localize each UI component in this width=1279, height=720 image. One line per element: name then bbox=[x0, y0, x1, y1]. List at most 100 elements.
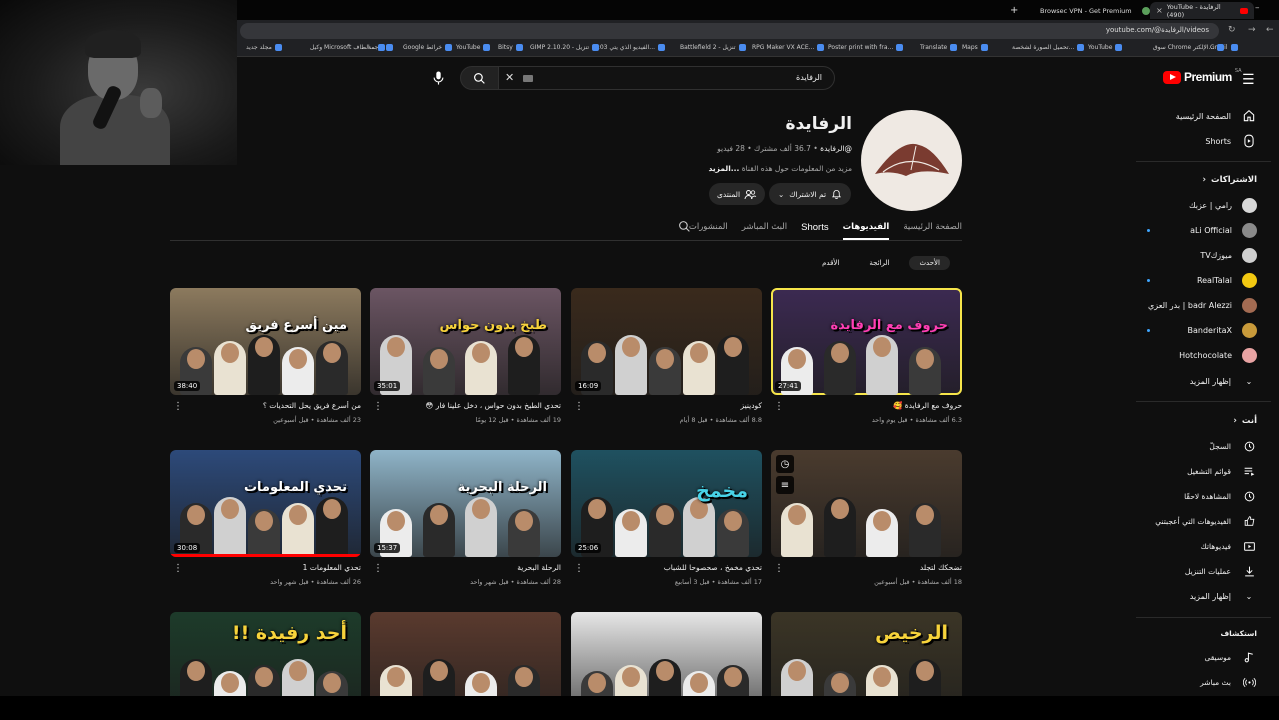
bookmark-item[interactable]: YouTube bbox=[1088, 44, 1123, 51]
video-title[interactable]: من أسرع فريق يحل التحديات ؟ bbox=[183, 401, 361, 410]
video-card[interactable]: الرحلة البحرية 15:37 الرحلة البحرية 28 ألف … bbox=[370, 450, 561, 586]
sidebar-item-like[interactable]: الفيديوهات التي أعجبتني bbox=[1155, 510, 1257, 532]
subscribed-button[interactable]: تم الاشتراك ⌄ bbox=[769, 183, 851, 205]
you-show-more[interactable]: ⌄ إظهار المزيد bbox=[1190, 585, 1257, 607]
sidebar-subscription[interactable]: BanderitaX bbox=[1188, 319, 1257, 341]
video-thumbnail[interactable]: مخمخ 25:06 bbox=[571, 450, 762, 557]
sort-chip[interactable]: الأحدث bbox=[909, 256, 950, 270]
tab-3[interactable]: البث المباشر bbox=[742, 218, 787, 240]
bookmark-item[interactable]: RPG Maker VX ACE... bbox=[752, 44, 825, 51]
more-options-icon[interactable]: ⋮ bbox=[774, 564, 784, 574]
sidebar-item-history[interactable]: السجلّ bbox=[1209, 435, 1257, 457]
bookmark-item[interactable]: Translate bbox=[920, 44, 958, 51]
sidebar-subscription[interactable]: رامي | عزبك bbox=[1189, 194, 1257, 216]
bookmark-item[interactable]: 2:03 الفيديو الذي يتي... bbox=[594, 44, 666, 51]
video-title[interactable]: تحدي الطبخ بدون حواس ، دخل علينا فار 😳 bbox=[383, 401, 562, 410]
keyboard-icon[interactable] bbox=[523, 75, 533, 82]
add-to-queue-icon[interactable]: ≡ bbox=[776, 476, 794, 494]
bookmark-item[interactable]: Bitsy bbox=[498, 44, 523, 51]
search-button[interactable] bbox=[460, 66, 499, 90]
subscriptions-header[interactable]: الاشتراكات ‹ bbox=[1203, 175, 1257, 185]
sidebar-item-watch-later[interactable]: المشاهدة لاحقًا bbox=[1184, 485, 1257, 507]
sidebar-item-your-videos[interactable]: فيديوهاتك bbox=[1201, 535, 1257, 557]
bookmark-item[interactable]: YouTube bbox=[456, 44, 491, 51]
video-card[interactable]: مخمخ 25:06 تحدي مخمخ ، صحصوحا للشباب 17 ألف… bbox=[571, 450, 762, 586]
video-thumbnail[interactable]: طبخ بدون حواس 35:01 bbox=[370, 288, 561, 395]
video-title[interactable]: تحدي مخمخ ، صحصوحا للشباب bbox=[584, 563, 762, 572]
community-button[interactable]: المنتدى bbox=[709, 183, 765, 205]
tab-1[interactable]: الفيديوهات bbox=[842, 218, 890, 240]
more-options-icon[interactable]: ⋮ bbox=[774, 402, 784, 412]
video-card[interactable]: حروف مع الرفايدة 27:41 حروف مع الرفايدة 🥰 6… bbox=[771, 288, 962, 424]
video-title[interactable]: كودينيز bbox=[584, 401, 762, 410]
video-thumbnail[interactable]: الرحلة البحرية 15:37 bbox=[370, 450, 561, 557]
bookmark-item[interactable]: Battlefield 2 - تنزيل bbox=[680, 44, 746, 51]
video-card[interactable]: مين أسرع فريق 38:40 من أسرع فريق يحل التحد… bbox=[170, 288, 361, 424]
video-title[interactable]: تحدي المعلومات 1 bbox=[183, 563, 361, 572]
more-options-icon[interactable]: ⋮ bbox=[373, 402, 383, 412]
sidebar-item-playlists[interactable]: قوائم التشغيل bbox=[1187, 460, 1257, 482]
sidebar-subscription[interactable]: badr Alezzi | بدر العزي bbox=[1148, 294, 1257, 316]
forward-arrow-icon[interactable]: → bbox=[1248, 25, 1256, 35]
bookmark-item[interactable]: GIMP 2.10.20 - تنزيل bbox=[530, 44, 600, 51]
video-thumbnail[interactable]: تحدي المعلومات 30:08 bbox=[170, 450, 361, 557]
bookmark-item[interactable]: وكيل Microsoft الطاف... bbox=[310, 44, 386, 51]
window-minimize-button[interactable]: – bbox=[1255, 3, 1260, 13]
sidebar-subscription[interactable]: ميوزكTV bbox=[1200, 244, 1257, 266]
more-options-icon[interactable]: ⋮ bbox=[574, 402, 584, 412]
new-tab-button[interactable]: + bbox=[1010, 2, 1018, 19]
more-options-icon[interactable]: ⋮ bbox=[173, 564, 183, 574]
sidebar-item-download[interactable]: عمليات التنزيل bbox=[1185, 560, 1257, 582]
tab-2[interactable]: Shorts bbox=[801, 218, 828, 240]
more-options-icon[interactable]: ⋮ bbox=[173, 402, 183, 412]
browser-tab-youtube[interactable]: × YouTube - الرفايدة (490) bbox=[1150, 2, 1254, 19]
subscriptions-show-more[interactable]: ⌄ إظهار المزيد bbox=[1190, 370, 1257, 392]
sidebar-item-home[interactable]: الصفحة الرئيسية bbox=[1176, 105, 1257, 127]
video-card[interactable]: تحدي المعلومات 30:08 تحدي المعلومات 1 26 أل… bbox=[170, 450, 361, 586]
close-tab-icon[interactable]: × bbox=[1156, 6, 1163, 15]
voice-search-button[interactable] bbox=[429, 68, 447, 88]
video-card[interactable]: ◷ ≡ تضحكك لتجلد 18 ألف مشاهدة • قبل أسبوعين… bbox=[771, 450, 962, 586]
video-card[interactable]: طبخ بدون حواس 35:01 تحدي الطبخ بدون حواس ،… bbox=[370, 288, 561, 424]
sort-chip[interactable]: الأقدم bbox=[812, 256, 849, 270]
video-title[interactable]: الرحلة البحرية bbox=[383, 563, 561, 572]
video-thumbnail[interactable]: حروف مع الرفايدة 27:41 bbox=[771, 288, 962, 395]
video-title[interactable]: تضحكك لتجلد bbox=[784, 563, 962, 572]
bookmark-item[interactable]: Maps bbox=[962, 44, 988, 51]
sidebar-item-music[interactable]: موسيقى bbox=[1205, 646, 1257, 668]
sort-chip[interactable]: الرائجة bbox=[859, 256, 899, 270]
video-thumbnail[interactable]: ◷ ≡ bbox=[771, 450, 962, 557]
clear-search-icon[interactable]: ✕ bbox=[505, 71, 514, 84]
sidebar-item-live[interactable]: بث مباشر bbox=[1200, 671, 1257, 693]
address-bar[interactable]: youtube.com/@الرفايدة/videos bbox=[240, 23, 1219, 39]
back-arrow-icon[interactable]: ← bbox=[1266, 25, 1274, 35]
bookmark-item[interactable]: تحميل الصورة لشخصة... bbox=[1012, 44, 1085, 51]
sidebar-item-shorts[interactable]: Shorts bbox=[1205, 130, 1257, 152]
sidebar-subscription[interactable]: aLi Official bbox=[1190, 219, 1257, 241]
hamburger-menu-icon[interactable]: ☰ bbox=[1242, 72, 1255, 88]
video-thumbnail[interactable]: مين أسرع فريق 38:40 bbox=[170, 288, 361, 395]
you-header[interactable]: أنت ‹ bbox=[1233, 416, 1257, 426]
sidebar-subscription[interactable]: RealTalal bbox=[1197, 269, 1257, 291]
tab-0[interactable]: الصفحة الرئيسية bbox=[903, 218, 962, 240]
more-options-icon[interactable]: ⋮ bbox=[574, 564, 584, 574]
more-options-icon[interactable]: ⋮ bbox=[373, 564, 383, 574]
sidebar-subscription[interactable]: Hotchocolate bbox=[1179, 344, 1257, 366]
browser-tab-browsec[interactable]: Browsec VPN - Get Premium bbox=[1040, 2, 1150, 19]
channel-avatar bbox=[1242, 347, 1257, 363]
bookmark-item[interactable]: سوق Chrome الإلكتر... bbox=[1153, 44, 1225, 51]
tab-4[interactable]: المنشورات bbox=[689, 218, 728, 240]
video-card[interactable]: 16:09 كودينيز 8.8 ألف مشاهدة • قبل 8 أيام ⋮ bbox=[571, 288, 762, 424]
video-thumbnail[interactable]: 16:09 bbox=[571, 288, 762, 395]
channel-search-button[interactable] bbox=[678, 220, 691, 236]
bookmark-item[interactable]: Google خرائط bbox=[403, 44, 453, 51]
bookmark-item[interactable]: مجلد جديد bbox=[246, 44, 282, 51]
bookmark-item[interactable]: Poster print with fra... bbox=[828, 44, 904, 51]
youtube-premium-logo[interactable]: Premium SA bbox=[1163, 68, 1242, 84]
search-input[interactable]: الرفايدة ✕ bbox=[498, 66, 835, 90]
video-title[interactable]: حروف مع الرفايدة 🥰 bbox=[784, 401, 962, 410]
channel-description[interactable]: مزيد من المعلومات حول هذه القناة ...المز… bbox=[709, 164, 852, 173]
channel-avatar[interactable] bbox=[861, 110, 962, 211]
reload-icon[interactable]: ↻ bbox=[1228, 25, 1236, 35]
watch-later-icon[interactable]: ◷ bbox=[776, 455, 794, 473]
